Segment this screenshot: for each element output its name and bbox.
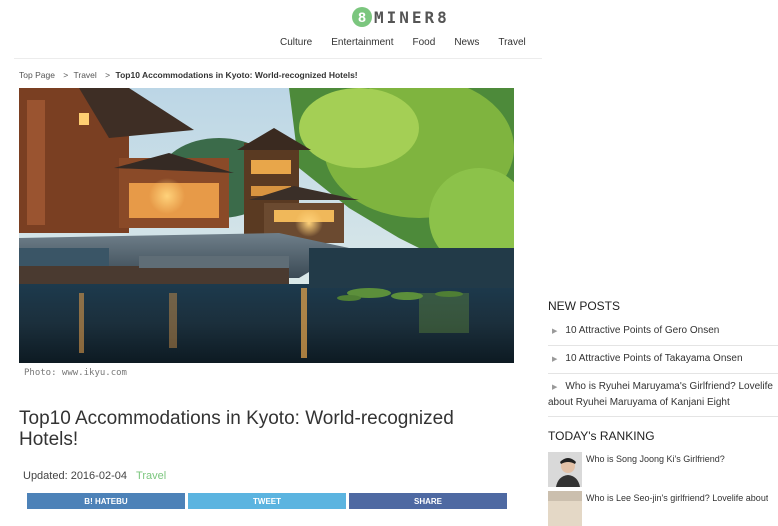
hero-image: [19, 88, 514, 363]
breadcrumb: Top Page > Travel > Top10 Accommodations…: [19, 70, 358, 80]
nav-culture[interactable]: Culture: [280, 37, 312, 48]
breadcrumb-current: Top10 Accommodations in Kyoto: World-rec…: [115, 70, 358, 80]
nav-news[interactable]: News: [454, 37, 479, 48]
nav-travel[interactable]: Travel: [498, 37, 525, 48]
category-link[interactable]: Travel: [136, 470, 166, 482]
nav-divider: [14, 58, 542, 59]
article-meta: Updated: 2016-02-04 Travel: [23, 470, 166, 482]
ranking-heading: TODAY's RANKING: [548, 429, 655, 443]
breadcrumb-separator: >: [105, 70, 111, 80]
list-item[interactable]: ▶ 10 Attractive Points of Gero Onsen: [548, 318, 778, 346]
ranking-title: Who is Lee Seo-jin's girlfriend? Lovelif…: [586, 493, 769, 503]
breadcrumb-travel[interactable]: Travel: [73, 70, 96, 80]
hatebu-button[interactable]: B! HATEBU: [27, 493, 185, 509]
ranking-thumbnail: [548, 452, 582, 487]
ranking-item[interactable]: Who is Song Joong Ki's Girlfriend?: [548, 452, 778, 487]
breadcrumb-separator: >: [63, 70, 69, 80]
main-nav: Culture Entertainment Food News Travel: [280, 37, 545, 48]
photo-caption: Photo: www.ikyu.com: [24, 368, 127, 378]
list-item[interactable]: ▶ 10 Attractive Points of Takayama Onsen: [548, 346, 778, 374]
nav-food[interactable]: Food: [413, 37, 436, 48]
post-title: 10 Attractive Points of Gero Onsen: [565, 325, 720, 336]
new-posts-heading: NEW POSTS: [548, 299, 621, 313]
share-button[interactable]: SHARE: [349, 493, 507, 509]
kyoto-ryokan-photo: [19, 88, 514, 363]
post-title: 10 Attractive Points of Takayama Onsen: [565, 353, 743, 364]
logo-text: MINER8: [374, 7, 450, 27]
tweet-button[interactable]: TWEET: [188, 493, 346, 509]
site-logo[interactable]: 8 MINER8: [352, 4, 450, 30]
logo-badge: 8: [352, 7, 372, 27]
new-posts-list: ▶ 10 Attractive Points of Gero Onsen ▶ 10 …: [548, 318, 778, 417]
triangle-right-icon: ▶: [552, 356, 558, 363]
post-title: Who is Ryuhei Maruyama's Girlfriend? Lov…: [548, 381, 773, 408]
list-item[interactable]: ▶ Who is Ryuhei Maruyama's Girlfriend? Lo…: [548, 374, 778, 417]
triangle-right-icon: ▶: [552, 384, 558, 391]
nav-entertainment[interactable]: Entertainment: [331, 37, 393, 48]
updated-date: Updated: 2016-02-04: [23, 470, 127, 482]
ranking-title: Who is Song Joong Ki's Girlfriend?: [586, 454, 725, 464]
breadcrumb-top[interactable]: Top Page: [19, 70, 55, 80]
article-title: Top10 Accommodations in Kyoto: World-rec…: [19, 408, 454, 450]
triangle-right-icon: ▶: [552, 328, 558, 335]
